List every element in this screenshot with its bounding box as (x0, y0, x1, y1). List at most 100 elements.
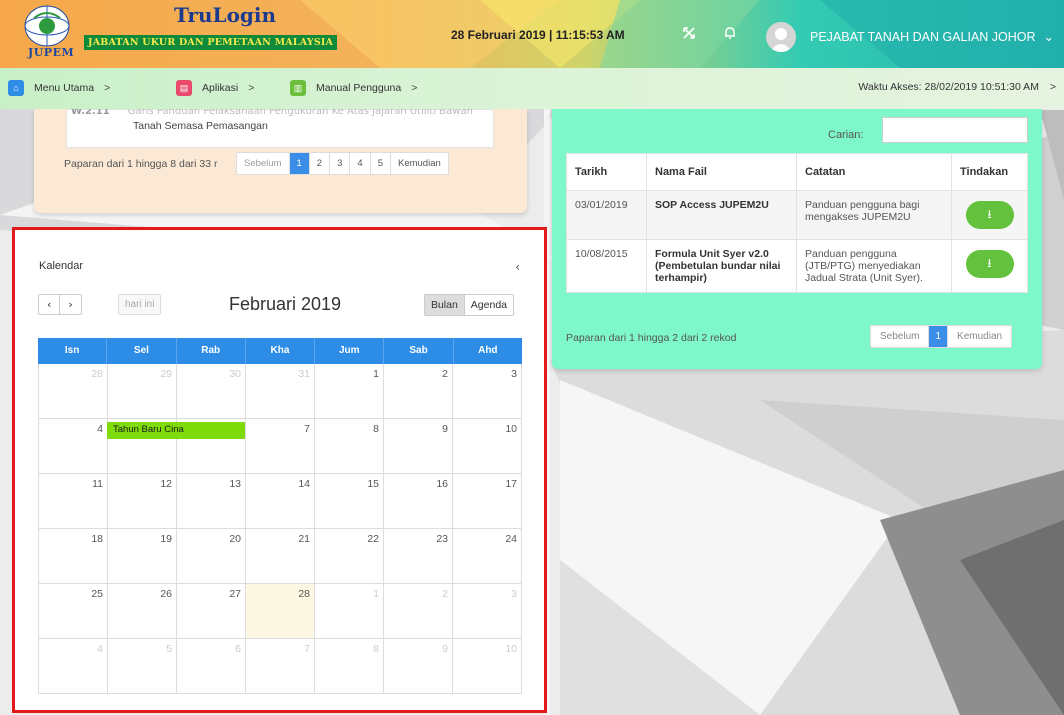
calendar-day[interactable]: 5 (108, 639, 177, 694)
breadcrumb-item-aplikasi[interactable]: ▤ Aplikasi > (176, 80, 254, 96)
breadcrumb-separator: > (104, 82, 111, 94)
calendar-day[interactable]: 7 (246, 639, 315, 694)
calendar-event[interactable]: Tahun Baru Cina (107, 422, 245, 439)
calendar-day[interactable]: 21 (246, 529, 315, 584)
calendar-panel: Kalendar ‹ ‹ › hari ini Februari 2019 Bu… (15, 230, 544, 710)
bell-icon[interactable] (724, 26, 736, 44)
calendar-day[interactable]: 8 (315, 639, 384, 694)
calendar-day[interactable]: 11 (39, 474, 108, 529)
calendar-day[interactable]: 9 (384, 639, 453, 694)
breadcrumb-item-manual-pengguna[interactable]: ▥ Manual Pengguna > (290, 80, 417, 96)
calendar-nav: ‹ › (38, 294, 82, 315)
calendar-day[interactable]: 1 (315, 364, 384, 419)
calendar-day[interactable]: 22 (315, 529, 384, 584)
weekday-label: Kha (246, 338, 316, 364)
calendar-week: 11 12 13 14 15 16 17 (38, 474, 522, 529)
file-name: Formula Unit Syer v2.0 (Pembetulan bunda… (646, 239, 797, 293)
column-header[interactable]: Nama Fail (646, 153, 797, 191)
weekday-label: Isn (38, 338, 108, 364)
calendar-day[interactable]: 9 (384, 419, 453, 474)
action-cell: ⭳ (951, 190, 1028, 240)
calendar-day[interactable]: 28 (39, 364, 108, 419)
next-page-button[interactable]: Kemudian (948, 326, 1011, 347)
calendar-day[interactable]: 3 (453, 584, 522, 639)
calendar-day[interactable]: 16 (384, 474, 453, 529)
prev-month-button[interactable]: ‹ (39, 295, 61, 314)
user-avatar[interactable] (766, 22, 796, 52)
page-4-button[interactable]: 4 (350, 153, 371, 174)
calendar-day-today[interactable]: 28 (246, 584, 315, 639)
fullscreen-icon[interactable] (682, 26, 696, 44)
app-brand: TruLogin (174, 3, 277, 27)
calendar-day[interactable]: 20 (177, 529, 246, 584)
next-month-button[interactable]: › (60, 295, 80, 314)
page-2-button[interactable]: 2 (310, 153, 331, 174)
calendar-day[interactable]: 26 (108, 584, 177, 639)
page-3-button[interactable]: 3 (330, 153, 351, 174)
calendar-day[interactable]: 25 (39, 584, 108, 639)
weekday-label: Sab (384, 338, 454, 364)
calendar-day[interactable]: 8 (315, 419, 384, 474)
pagination: Sebelum 1 2 3 4 5 Kemudian (236, 152, 449, 175)
calendar-day[interactable]: 27 (177, 584, 246, 639)
files-table: Tarikh Nama Fail Catatan Tindakan 03/01/… (566, 153, 1028, 293)
download-button[interactable]: ⭳ (965, 250, 1014, 278)
manual-files-panel: Carian: Tarikh Nama Fail Catatan Tindaka… (552, 109, 1042, 369)
calendar-day[interactable]: 7 (246, 419, 315, 474)
prev-page-button[interactable]: Sebelum (237, 153, 290, 174)
month-view-button[interactable]: Bulan (424, 295, 465, 315)
calendar-day[interactable]: 4 (39, 419, 108, 474)
calendar-day[interactable]: 10 (453, 419, 522, 474)
calendar-day[interactable]: 2 (384, 584, 453, 639)
column-header[interactable]: Catatan (796, 153, 952, 191)
calendar-title: Kalendar (39, 260, 84, 272)
month-title: Februari 2019 (229, 294, 342, 314)
calendar-day[interactable]: 1 (315, 584, 384, 639)
calendar-day[interactable]: 14 (246, 474, 315, 529)
chevron-right-icon[interactable]: > (1050, 81, 1056, 93)
user-menu[interactable]: PEJABAT TANAH DAN GALIAN JOHOR ⌄ (810, 29, 1054, 44)
breadcrumb-separator: > (411, 82, 418, 94)
access-time: Waktu Akses: 28/02/2019 10:51:30 AM > (858, 81, 1056, 93)
page-5-button[interactable]: 5 (371, 153, 391, 174)
table-header-row: Tarikh Nama Fail Catatan Tindakan (566, 153, 1028, 191)
file-name: SOP Access JUPEM2U (646, 190, 797, 240)
home-icon: ⌂ (8, 80, 24, 96)
collapse-icon[interactable]: ‹ (515, 260, 520, 274)
column-header[interactable]: Tindakan (951, 153, 1028, 191)
breadcrumb-item-menu-utama[interactable]: ⌂ Menu Utama > (8, 80, 110, 96)
calendar-day[interactable]: 2 (384, 364, 453, 419)
download-button[interactable]: ⭳ (965, 201, 1014, 229)
table-row: W.2.11 Garis Panduan Pelaksanaan Pengukur… (66, 106, 494, 148)
calendar-day[interactable]: 18 (39, 529, 108, 584)
today-button[interactable]: hari ini (118, 294, 162, 315)
calendar-day[interactable]: 29 (108, 364, 177, 419)
search-input[interactable] (882, 117, 1028, 143)
calendar-week: 25 26 27 28 1 2 3 (38, 584, 522, 639)
prev-page-button[interactable]: Sebelum (871, 326, 930, 347)
calendar-day[interactable]: 13 (177, 474, 246, 529)
agenda-view-button[interactable]: Agenda (465, 295, 513, 315)
calendar-day[interactable]: 10 (453, 639, 522, 694)
user-name: PEJABAT TANAH DAN GALIAN JOHOR (810, 30, 1036, 44)
search-label: Carian: (828, 129, 864, 141)
calendar-day[interactable]: 24 (453, 529, 522, 584)
page-1-button[interactable]: 1 (929, 326, 949, 347)
calendar-day[interactable]: 4 (39, 639, 108, 694)
calendar-day[interactable]: 6 (177, 639, 246, 694)
calendar-day[interactable]: 30 (177, 364, 246, 419)
next-page-button[interactable]: Kemudian (391, 153, 448, 174)
column-header[interactable]: Tarikh (566, 153, 647, 191)
calendar-day[interactable]: 19 (108, 529, 177, 584)
page-1-button[interactable]: 1 (289, 153, 310, 174)
calendar-day[interactable]: 23 (384, 529, 453, 584)
row-text: Tanah Semasa Pemasangan (133, 120, 268, 132)
calendar-day[interactable]: 31 (246, 364, 315, 419)
view-switcher: Bulan Agenda (423, 294, 514, 316)
calendar-day[interactable]: 3 (453, 364, 522, 419)
calendar-day[interactable]: 12 (108, 474, 177, 529)
calendar-day[interactable]: 17 (453, 474, 522, 529)
calendar-day[interactable]: 15 (315, 474, 384, 529)
agency-subtitle: JABATAN UKUR DAN PEMETAAN MALAYSIA (84, 35, 338, 50)
logo-text: JUPEM (28, 46, 75, 59)
